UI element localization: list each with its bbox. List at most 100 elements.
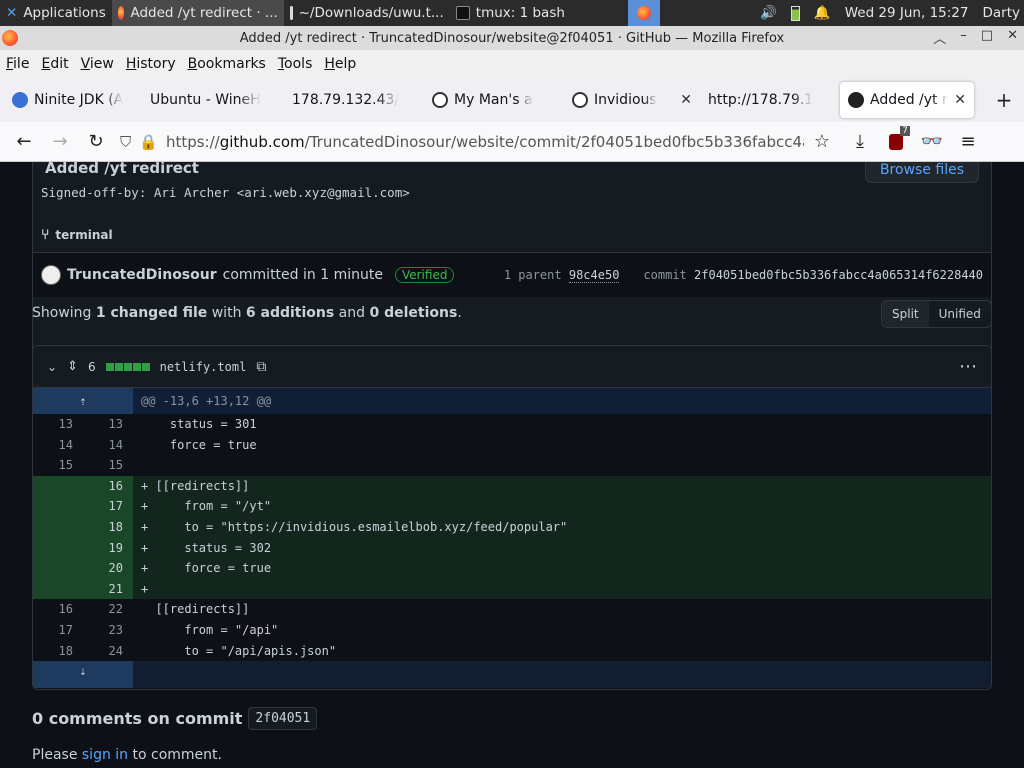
firefox-icon bbox=[636, 6, 651, 20]
committed-time: committed in 1 minute bbox=[222, 267, 383, 283]
old-line-number[interactable] bbox=[33, 537, 83, 559]
ublock-icon[interactable]: 7 bbox=[878, 125, 914, 158]
minimize-icon[interactable]: – bbox=[960, 28, 967, 47]
menu-help[interactable]: Help bbox=[318, 56, 362, 72]
back-arrow-icon[interactable]: ← bbox=[6, 126, 42, 158]
tab-ip-2[interactable]: http://178.79.1 bbox=[700, 82, 840, 118]
shield-icon[interactable]: ⛉ bbox=[120, 133, 131, 151]
reload-icon[interactable]: ↻ bbox=[78, 126, 114, 158]
context-line: 13 13 status = 301 bbox=[33, 414, 991, 435]
notification-bell-icon[interactable]: 🔔 bbox=[814, 5, 831, 21]
code-line: + bbox=[133, 578, 991, 600]
old-line-number[interactable] bbox=[33, 496, 83, 517]
unified-button[interactable]: Unified bbox=[929, 301, 991, 327]
new-line-number[interactable]: 15 bbox=[83, 455, 133, 476]
expand-up-icon[interactable]: ⇡ bbox=[33, 388, 133, 414]
old-line-number[interactable]: 16 bbox=[33, 599, 83, 620]
hunk-header: ⇡ @@ -13,6 +13,12 @@ bbox=[33, 388, 991, 414]
old-line-number[interactable]: 18 bbox=[33, 641, 83, 662]
xfce-icon: ✕ bbox=[6, 5, 18, 21]
applications-menu[interactable]: ✕ Applications bbox=[0, 0, 112, 26]
menu-file[interactable]: File bbox=[0, 56, 35, 72]
parent-sha-link[interactable]: 98c4e50 bbox=[568, 268, 620, 283]
old-line-number[interactable] bbox=[33, 516, 83, 538]
expand-down-icon[interactable]: ⇣ bbox=[33, 661, 133, 689]
volume-icon[interactable]: 🔊 bbox=[760, 5, 777, 21]
file-name-link[interactable]: netlify.toml bbox=[160, 360, 247, 374]
hunk-text: @@ -13,6 +13,12 @@ bbox=[133, 388, 991, 414]
tab-ninite[interactable]: Ninite JDK (A bbox=[4, 82, 142, 118]
task-firefox[interactable]: Added /yt redirect · ... bbox=[111, 0, 284, 26]
new-line-number[interactable]: 24 bbox=[83, 641, 133, 662]
browse-files-button[interactable]: Browse files bbox=[864, 162, 979, 183]
clock[interactable]: Wed 29 Jun, 15:27 bbox=[845, 5, 969, 21]
task-terminal[interactable]: tmux: 1 bash bbox=[450, 0, 620, 26]
more-options-icon[interactable]: ⋯ bbox=[959, 356, 977, 377]
new-line-number[interactable]: 20 bbox=[83, 558, 133, 579]
battery-icon[interactable] bbox=[790, 5, 800, 21]
expand-all-icon[interactable]: ⇕ bbox=[67, 359, 78, 374]
menu-tools[interactable]: Tools bbox=[272, 56, 319, 72]
new-line-number[interactable]: 18 bbox=[83, 516, 133, 538]
old-line-number[interactable]: 15 bbox=[33, 455, 83, 476]
close-tab-icon[interactable]: ✕ bbox=[680, 92, 692, 108]
downloads-icon[interactable]: ⤓ bbox=[842, 126, 878, 158]
sign-in-link[interactable]: sign in bbox=[82, 747, 128, 763]
bookmark-star-icon[interactable]: ☆ bbox=[804, 126, 840, 158]
tab-my-mans[interactable]: My Man's a bbox=[424, 82, 564, 118]
new-line-number[interactable]: 23 bbox=[83, 620, 133, 641]
menu-edit[interactable]: Edit bbox=[35, 56, 74, 72]
branch-label[interactable]: ⑂ terminal bbox=[41, 227, 113, 243]
commit-meta: TruncatedDinosour committed in 1 minute … bbox=[33, 252, 991, 297]
url-bar[interactable]: ⛉ 🔒 https://github.com/TruncatedDinosour… bbox=[114, 126, 804, 158]
tab-label: Invidious bbox=[594, 92, 657, 108]
old-line-number[interactable] bbox=[33, 475, 83, 497]
tab-invidious[interactable]: Invidious ✕ bbox=[564, 82, 700, 118]
tab-github-commit[interactable]: Added /yt re ✕ bbox=[840, 82, 974, 118]
extension-icon[interactable]: 👓 bbox=[914, 126, 950, 158]
new-line-number[interactable]: 14 bbox=[83, 435, 133, 456]
new-line-number[interactable]: 22 bbox=[83, 599, 133, 620]
new-tab-button[interactable]: + bbox=[984, 88, 1024, 112]
copy-icon[interactable]: ⧉ bbox=[256, 359, 266, 375]
menu-history[interactable]: History bbox=[120, 56, 182, 72]
verified-badge[interactable]: Verified bbox=[394, 267, 455, 283]
maximize-icon[interactable]: □ bbox=[981, 28, 993, 47]
new-line-number[interactable]: 16 bbox=[83, 475, 133, 497]
close-tab-icon[interactable]: ✕ bbox=[954, 92, 966, 108]
split-button[interactable]: Split bbox=[882, 301, 929, 327]
forward-arrow-icon[interactable]: → bbox=[42, 126, 78, 158]
added-line: 21 + bbox=[33, 578, 991, 600]
workspace-switcher[interactable] bbox=[627, 0, 660, 26]
old-line-number[interactable] bbox=[33, 578, 83, 600]
tab-ip-1[interactable]: 178.79.132.43/ bbox=[284, 82, 424, 118]
code-line: + [[redirects]] bbox=[133, 475, 991, 497]
new-line-number[interactable]: 17 bbox=[83, 496, 133, 517]
new-line-number[interactable]: 13 bbox=[83, 414, 133, 435]
user-menu[interactable]: Darty bbox=[982, 5, 1020, 21]
firefox-icon bbox=[2, 30, 18, 46]
menu-view[interactable]: View bbox=[75, 56, 120, 72]
close-icon[interactable]: ✕ bbox=[1007, 28, 1018, 47]
old-line-number[interactable] bbox=[33, 558, 83, 579]
task-editor[interactable]: ~/Downloads/uwu.t... bbox=[284, 0, 450, 26]
avatar[interactable] bbox=[41, 265, 61, 285]
old-line-number[interactable]: 17 bbox=[33, 620, 83, 641]
window-title: Added /yt redirect · TruncatedDinosour/w… bbox=[239, 30, 785, 46]
old-line-number[interactable]: 14 bbox=[33, 435, 83, 456]
old-line-number[interactable]: 13 bbox=[33, 414, 83, 435]
author-link[interactable]: TruncatedDinosour bbox=[67, 267, 217, 283]
comments-heading: 0 comments on commit 2f04051 bbox=[32, 707, 318, 730]
branch-name: terminal bbox=[55, 228, 113, 242]
lock-icon[interactable]: 🔒 bbox=[139, 133, 158, 151]
new-line-number[interactable]: 19 bbox=[83, 537, 133, 559]
new-line-number[interactable]: 21 bbox=[83, 578, 133, 600]
changed-files-count[interactable]: 1 changed file bbox=[96, 305, 207, 321]
chevron-up-icon[interactable]: ︿ bbox=[933, 28, 946, 47]
chevron-down-icon[interactable]: ⌄ bbox=[47, 360, 57, 374]
tab-ubuntu-wine[interactable]: Ubuntu - WineH bbox=[142, 82, 284, 118]
menu-bookmarks[interactable]: Bookmarks bbox=[182, 56, 272, 72]
parent-label: 1 parent bbox=[503, 268, 562, 282]
url-scheme: https:// bbox=[165, 132, 220, 151]
hamburger-menu-icon[interactable]: ≡ bbox=[950, 126, 986, 158]
